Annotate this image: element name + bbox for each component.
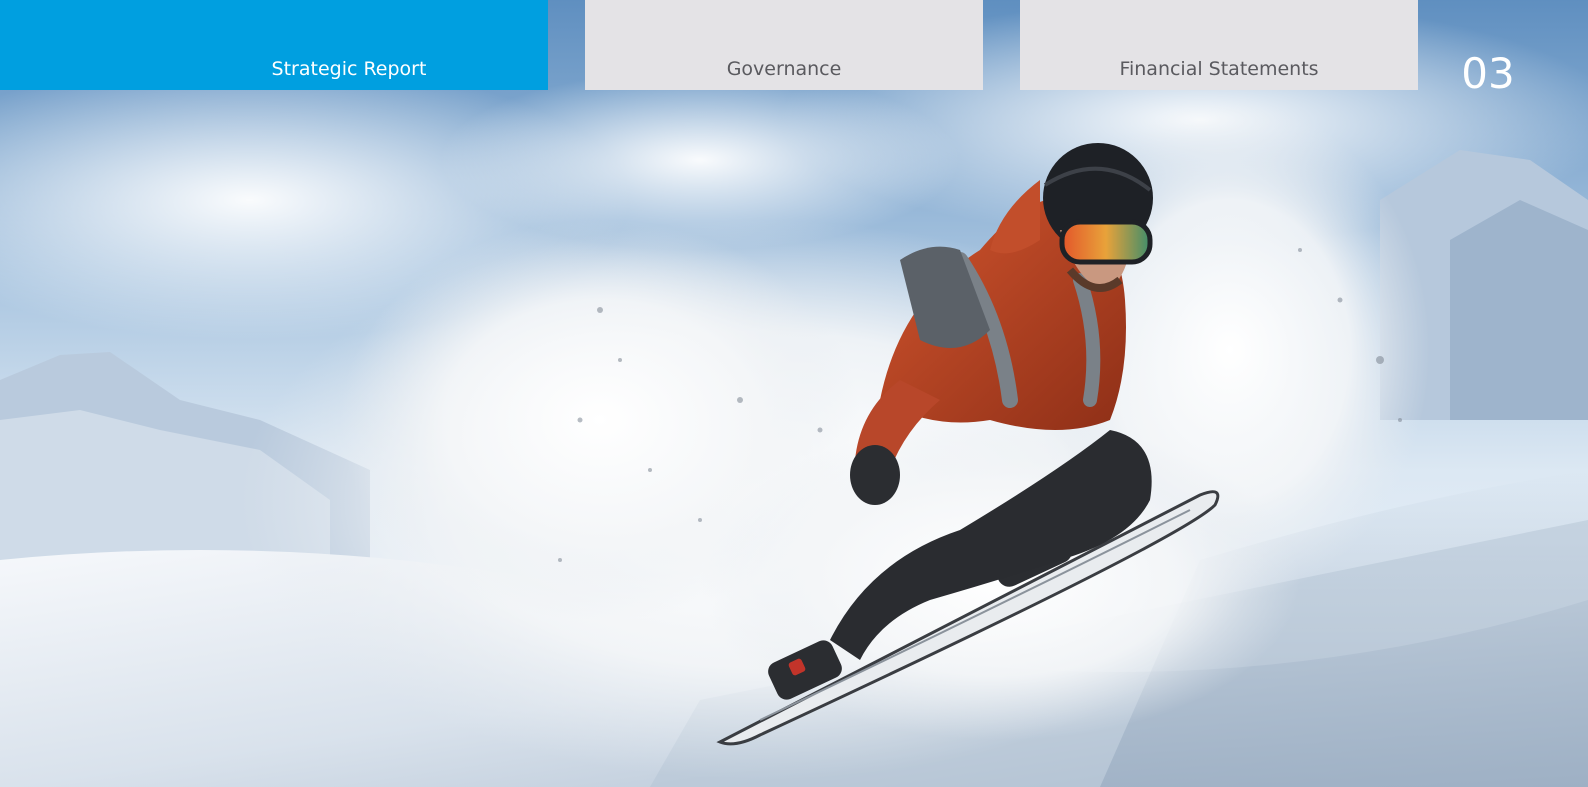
hero-photo: [0, 0, 1588, 787]
tab-strategic-report-label: Strategic Report: [271, 58, 427, 80]
tab-financial-statements[interactable]: Financial Statements: [1020, 0, 1418, 90]
tab-governance-label: Governance: [726, 58, 842, 80]
report-page: Strategic Report Governance Financial St…: [0, 0, 1588, 787]
tab-financial-statements-label: Financial Statements: [1119, 58, 1319, 80]
tab-governance[interactable]: Governance: [585, 0, 983, 90]
tab-strategic-report[interactable]: Strategic Report: [0, 0, 548, 90]
page-number: 03: [1461, 49, 1515, 98]
